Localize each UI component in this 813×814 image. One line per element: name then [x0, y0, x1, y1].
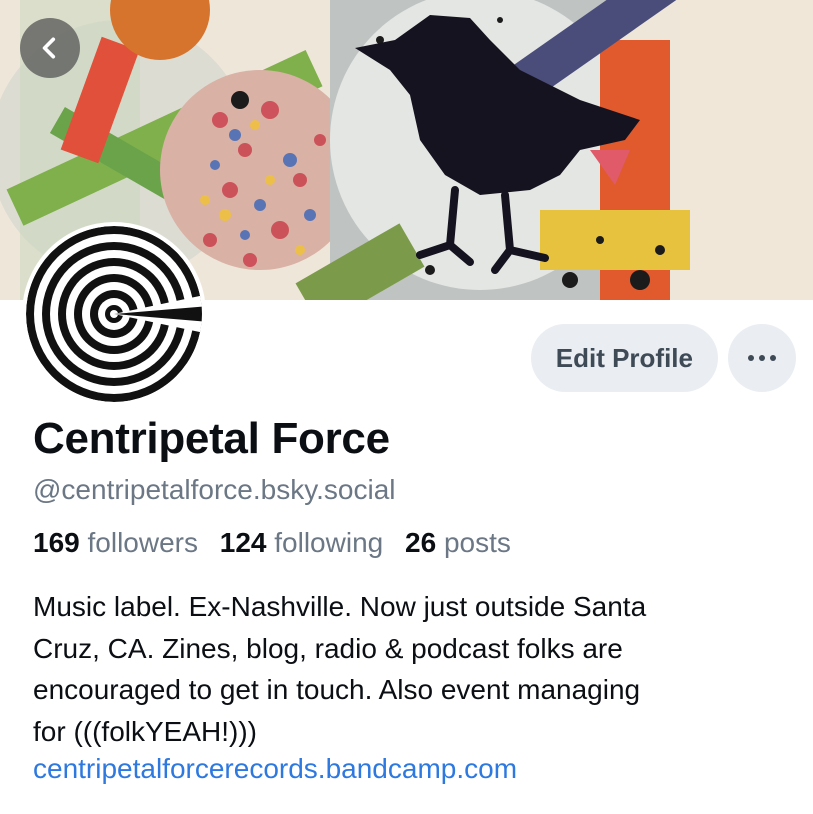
ellipsis-icon	[748, 355, 776, 361]
bio-line: Cruz, CA. Zines, blog, radio & podcast f…	[33, 632, 623, 664]
followers-label: followers	[87, 527, 198, 558]
bio-line: for (((folkYEAH!)))	[33, 715, 257, 747]
avatar[interactable]	[22, 222, 206, 406]
edit-profile-button[interactable]: Edit Profile	[530, 324, 718, 392]
display-name: Centripetal Force	[33, 414, 390, 463]
profile-bio: Music label. Ex-Nashville. Now just outs…	[33, 586, 793, 752]
back-button[interactable]	[20, 18, 80, 78]
following-label: following	[274, 527, 384, 558]
bio-line: Music label. Ex-Nashville. Now just outs…	[33, 591, 647, 622]
followers-stat[interactable]: 169 followers	[33, 527, 198, 558]
profile-actions: Edit Profile	[530, 324, 796, 392]
posts-label: posts	[443, 527, 511, 558]
profile-stats: 169 followers 124 following 26 posts	[33, 527, 525, 559]
bio-line: encouraged to get in touch. Also event m…	[33, 674, 641, 705]
handle: @centripetalforce.bsky.social	[33, 474, 396, 505]
chevron-left-icon	[42, 37, 56, 59]
avatar-spiral-logo	[26, 226, 202, 402]
posts-count: 26	[405, 527, 437, 558]
followers-count: 169	[33, 527, 80, 558]
more-options-button[interactable]	[728, 324, 796, 392]
following-stat[interactable]: 124 following	[220, 527, 383, 558]
posts-stat[interactable]: 26 posts	[405, 527, 511, 558]
bio-link[interactable]: centripetalforcerecords.bandcamp.com	[33, 753, 517, 785]
following-count: 124	[219, 527, 267, 558]
